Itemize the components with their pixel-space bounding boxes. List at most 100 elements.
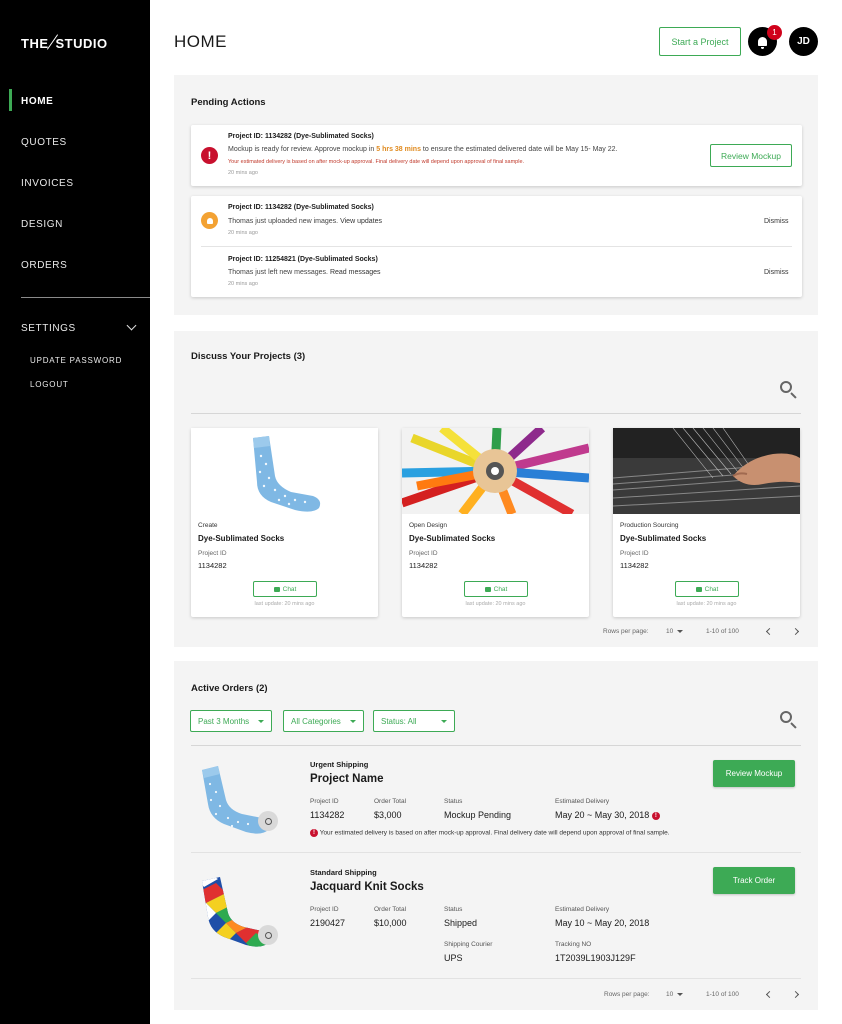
project-stage: Production Sourcing <box>620 522 679 529</box>
bell-icon <box>201 212 218 229</box>
sidebar-item-orders[interactable]: ORDERS <box>21 260 67 271</box>
sidebar-item-logout[interactable]: LOGOUT <box>30 380 69 389</box>
project-id-label: Project ID <box>310 906 339 913</box>
review-mockup-button[interactable]: Review Mockup <box>713 760 795 787</box>
pending-item-time: 20 mins ago <box>228 281 258 287</box>
discuss-projects-title: Discuss Your Projects (3) <box>191 351 306 362</box>
search-icon[interactable] <box>780 381 798 399</box>
divider <box>191 852 801 853</box>
project-image-pencils <box>402 428 589 514</box>
project-card[interactable]: Create Dye-Sublimated Socks Project ID 1… <box>191 428 378 617</box>
estimated-delivery-label: Estimated Delivery <box>555 906 610 913</box>
chevron-right-icon[interactable] <box>791 990 800 999</box>
start-project-button[interactable]: Start a Project <box>659 27 741 56</box>
chat-button[interactable]: Chat <box>464 581 528 597</box>
error-icon: ! <box>201 147 218 164</box>
sidebar-item-update-password[interactable]: UPDATE PASSWORD <box>30 356 122 365</box>
estimated-delivery-label: Estimated Delivery <box>555 798 610 805</box>
status-value: Shipped <box>444 918 478 928</box>
sidebar: THE STUDIO HOME QUOTES INVOICES DESIGN OR… <box>0 0 150 1024</box>
page-title: HOME <box>174 32 227 51</box>
dismiss-button[interactable]: Dismiss <box>764 269 789 276</box>
error-icon: ! <box>651 811 660 820</box>
zoom-icon[interactable] <box>258 811 278 831</box>
error-icon: ! <box>310 829 318 837</box>
project-id-label: Project ID <box>198 550 227 557</box>
status-label: Status <box>444 906 463 913</box>
project-card[interactable]: Production Sourcing Dye-Sublimated Socks… <box>613 428 800 617</box>
chat-icon <box>695 586 702 592</box>
dismiss-button[interactable]: Dismiss <box>764 218 789 225</box>
order-total: $10,000 <box>374 918 407 928</box>
chevron-down-icon[interactable] <box>126 320 137 331</box>
project-id: 1134282 <box>620 561 649 570</box>
pending-item-mockup: ! Project ID: 1134282 (Dye-Sublimated So… <box>191 125 802 186</box>
nav-active-indicator <box>9 89 12 111</box>
order-total: $3,000 <box>374 810 402 820</box>
chevron-left-icon[interactable] <box>765 990 774 999</box>
pending-item-time: 20 mins ago <box>228 230 258 236</box>
logo[interactable]: THE STUDIO <box>21 33 108 51</box>
last-update: last update: 20 mins ago <box>254 601 315 607</box>
chat-button[interactable]: Chat <box>253 581 317 597</box>
project-id: 1134282 <box>310 810 345 820</box>
chevron-right-icon[interactable] <box>791 627 800 636</box>
project-name: Dye-Sublimated Socks <box>409 534 496 543</box>
pagination-range: 1-10 of 100 <box>706 991 739 998</box>
read-messages-link[interactable]: Read messages <box>330 269 381 276</box>
status-label: Status <box>444 798 463 805</box>
chat-icon <box>273 586 280 592</box>
avatar[interactable]: JD <box>789 27 818 56</box>
review-mockup-button[interactable]: Review Mockup <box>710 144 792 167</box>
last-update: last update: 20 mins ago <box>676 601 737 607</box>
project-name: Dye-Sublimated Socks <box>198 534 285 543</box>
order-total-label: Order Total <box>374 906 407 913</box>
pending-item-project-id: Project ID: 1134282 (Dye-Sublimated Sock… <box>228 133 374 140</box>
order-name: Jacquard Knit Socks <box>310 881 424 893</box>
sidebar-item-invoices[interactable]: INVOICES <box>21 178 74 189</box>
sidebar-item-design[interactable]: DESIGN <box>21 219 63 230</box>
active-orders-title: Active Orders (2) <box>191 683 268 694</box>
filter-status[interactable]: Status: All <box>373 710 455 732</box>
shipping-courier: UPS <box>444 953 463 963</box>
shipping-courier-label: Shipping Courier <box>444 941 493 948</box>
chevron-left-icon[interactable] <box>765 627 774 636</box>
rows-per-page-select[interactable]: 10 <box>666 628 684 635</box>
filter-date-range[interactable]: Past 3 Months <box>190 710 272 732</box>
project-image-sock <box>191 428 378 514</box>
pending-item-warning: Your estimated delivery is based on afte… <box>228 159 525 165</box>
sidebar-item-quotes[interactable]: QUOTES <box>21 137 67 148</box>
shipping-type: Standard Shipping <box>310 868 377 877</box>
caret-down-icon <box>677 629 684 633</box>
pending-actions-title: Pending Actions <box>191 97 266 108</box>
divider <box>191 978 801 979</box>
project-card[interactable]: Open Design Dye-Sublimated Socks Project… <box>402 428 589 617</box>
chat-button[interactable]: Chat <box>675 581 739 597</box>
order-total-label: Order Total <box>374 798 407 805</box>
logo-text-left: THE <box>21 36 49 51</box>
zoom-icon[interactable] <box>258 925 278 945</box>
estimated-delivery: May 10 ~ May 20, 2018 <box>555 918 650 928</box>
rows-per-page-label: Rows per page: <box>603 628 649 635</box>
project-id: 1134282 <box>409 561 438 570</box>
view-updates-link[interactable]: View updates <box>340 218 382 225</box>
track-order-button[interactable]: Track Order <box>713 867 795 894</box>
divider <box>201 246 792 247</box>
filter-categories[interactable]: All Categories <box>283 710 364 732</box>
tracking-number: 1T2039L1903J129F <box>555 953 636 963</box>
project-id: 1134282 <box>198 561 227 570</box>
chat-icon <box>484 586 491 592</box>
project-id: 2190427 <box>310 918 346 928</box>
search-icon[interactable] <box>780 711 798 729</box>
pending-item-project-id: Project ID: 11254821 (Dye-Sublimated Soc… <box>228 256 378 263</box>
notification-count-badge: 1 <box>767 25 782 40</box>
pagination-range: 1-10 of 100 <box>706 628 739 635</box>
divider <box>191 745 801 746</box>
rows-per-page-select[interactable]: 10 <box>666 991 684 998</box>
delivery-note: ! Your estimated delivery is based on af… <box>310 829 670 837</box>
pending-actions-panel: Pending Actions ! Project ID: 1134282 (D… <box>174 75 818 315</box>
active-orders-panel: Active Orders (2) Past 3 Months All Cate… <box>174 661 818 1010</box>
sidebar-item-settings[interactable]: SETTINGS <box>21 323 76 334</box>
sidebar-item-home[interactable]: HOME <box>21 96 53 107</box>
caret-down-icon <box>258 720 264 723</box>
